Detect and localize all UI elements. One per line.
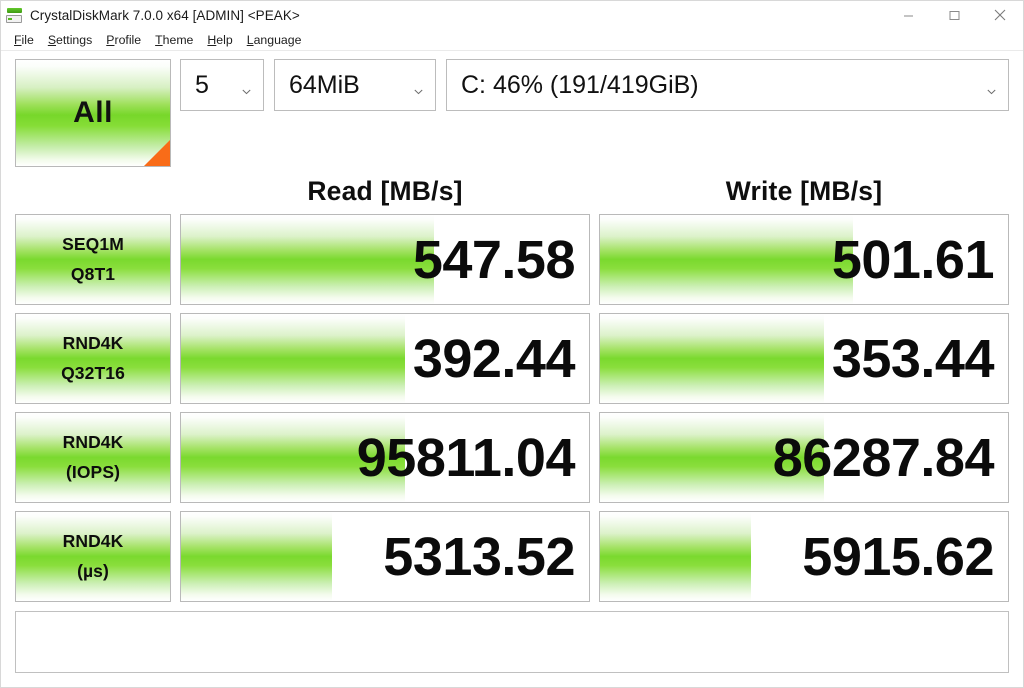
test-size-select[interactable]: 64MiB [274, 59, 436, 111]
test-label-line2: Q8T1 [70, 264, 116, 284]
status-message-box [15, 611, 1009, 673]
run-all-button[interactable]: All [15, 59, 171, 167]
test-size-value: 64MiB [289, 70, 360, 99]
read-bar-fill [181, 314, 406, 403]
write-bar-fill [600, 215, 853, 304]
read-value: 547.58 [412, 229, 576, 290]
maximize-icon[interactable] [931, 1, 977, 29]
test-settings: 5 64MiB C: 46% (191/419GiB) [180, 59, 1009, 111]
test-label-line1: RND4K [62, 431, 124, 452]
minimize-icon[interactable] [885, 1, 931, 29]
read-value: 5313.52 [383, 526, 575, 587]
read-bar-fill [181, 512, 332, 601]
read-result-rnd4k-us[interactable]: 5313.52 [180, 511, 590, 602]
test-button-rnd4k-q32t16[interactable]: RND4K Q32T16 [15, 313, 171, 404]
test-button-seq1m-q8t1[interactable]: SEQ1M Q8T1 [15, 214, 171, 305]
chevron-down-icon [242, 82, 251, 95]
menu-language-rest: anguage [253, 32, 302, 47]
table-row: SEQ1M Q8T1 547.58 501.61 [15, 214, 1009, 305]
test-label-line1: RND4K [62, 332, 124, 353]
menu-language-accel: L [246, 32, 254, 47]
corner-marker-icon [144, 140, 170, 166]
write-value: 501.61 [831, 229, 995, 290]
menu-theme-rest: heme [162, 32, 194, 47]
test-button-rnd4k-iops[interactable]: RND4K (IOPS) [15, 412, 171, 503]
menu-help-accel: H [207, 32, 217, 47]
disk-icon [6, 7, 23, 24]
write-value: 353.44 [831, 328, 995, 389]
write-result-rnd4k-q32t16[interactable]: 353.44 [599, 313, 1009, 404]
menu-item-theme[interactable]: Theme [148, 33, 200, 47]
menu-file-rest: ile [21, 32, 34, 47]
crystaldiskmark-window: CrystalDiskMark 7.0.0 x64 [ADMIN] <PEAK>… [0, 0, 1024, 688]
chevron-down-icon [987, 82, 996, 95]
test-count-value: 5 [195, 70, 209, 99]
menu-help-rest: elp [216, 32, 233, 47]
write-value: 5915.62 [802, 526, 994, 587]
table-row: RND4K Q32T16 392.44 353.44 [15, 313, 1009, 404]
read-value: 95811.04 [356, 427, 576, 488]
menu-item-help[interactable]: Help [200, 33, 239, 47]
menu-item-profile[interactable]: Profile [99, 33, 148, 47]
test-button-rnd4k-us[interactable]: RND4K (µs) [15, 511, 171, 602]
write-result-rnd4k-iops[interactable]: 86287.84 [599, 412, 1009, 503]
menu-file-accel: F [14, 32, 22, 47]
menu-item-settings[interactable]: Settings [41, 33, 99, 47]
read-column-header: Read [MB/s] [307, 175, 463, 206]
read-result-rnd4k-iops[interactable]: 95811.04 [180, 412, 590, 503]
menu-profile-rest: rofile [114, 32, 142, 47]
run-all-label: All [73, 96, 113, 129]
test-label-line2: (µs) [77, 561, 109, 581]
test-label-line2: Q32T16 [61, 363, 125, 383]
menu-item-language[interactable]: Language [240, 33, 309, 47]
control-row: All 5 64MiB C: 46% (191/419GiB) [15, 59, 1009, 171]
read-bar-fill [181, 215, 434, 304]
read-value: 392.44 [412, 328, 576, 389]
results-table: SEQ1M Q8T1 547.58 501.61 RND4K Q32T16 39… [15, 211, 1009, 602]
write-bar-fill [600, 314, 825, 403]
title-bar: CrystalDiskMark 7.0.0 x64 [ADMIN] <PEAK> [1, 1, 1023, 29]
table-row: RND4K (µs) 5313.52 5915.62 [15, 511, 1009, 602]
write-value: 86287.84 [772, 427, 995, 488]
menu-theme-accel: T [155, 32, 163, 47]
test-label-line2: (IOPS) [65, 462, 121, 482]
write-column-header: Write [MB/s] [725, 175, 883, 206]
menu-settings-rest: ettings [56, 32, 93, 47]
test-count-select[interactable]: 5 [180, 59, 264, 111]
read-result-rnd4k-q32t16[interactable]: 392.44 [180, 313, 590, 404]
chevron-down-icon [414, 82, 423, 95]
window-controls [885, 1, 1023, 29]
write-result-seq1m-q8t1[interactable]: 501.61 [599, 214, 1009, 305]
write-bar-fill [600, 512, 751, 601]
menu-item-file[interactable]: File [7, 33, 41, 47]
menu-bar: File Settings Profile Theme Help Languag… [1, 29, 1023, 51]
drive-value: C: 46% (191/419GiB) [461, 70, 699, 99]
write-result-rnd4k-us[interactable]: 5915.62 [599, 511, 1009, 602]
window-title: CrystalDiskMark 7.0.0 x64 [ADMIN] <PEAK> [30, 7, 300, 23]
menu-settings-accel: S [47, 32, 57, 47]
read-result-seq1m-q8t1[interactable]: 547.58 [180, 214, 590, 305]
bottom-padding [15, 673, 1009, 687]
column-headers: Read [MB/s] Write [MB/s] [15, 171, 1009, 211]
close-icon[interactable] [977, 1, 1023, 29]
test-label-line1: RND4K [62, 530, 124, 551]
main-content: All 5 64MiB C: 46% (191/419GiB) Read [MB… [1, 51, 1023, 687]
table-row: RND4K (IOPS) 95811.04 86287.84 [15, 412, 1009, 503]
drive-select[interactable]: C: 46% (191/419GiB) [446, 59, 1009, 111]
test-label-line1: SEQ1M [62, 233, 124, 254]
